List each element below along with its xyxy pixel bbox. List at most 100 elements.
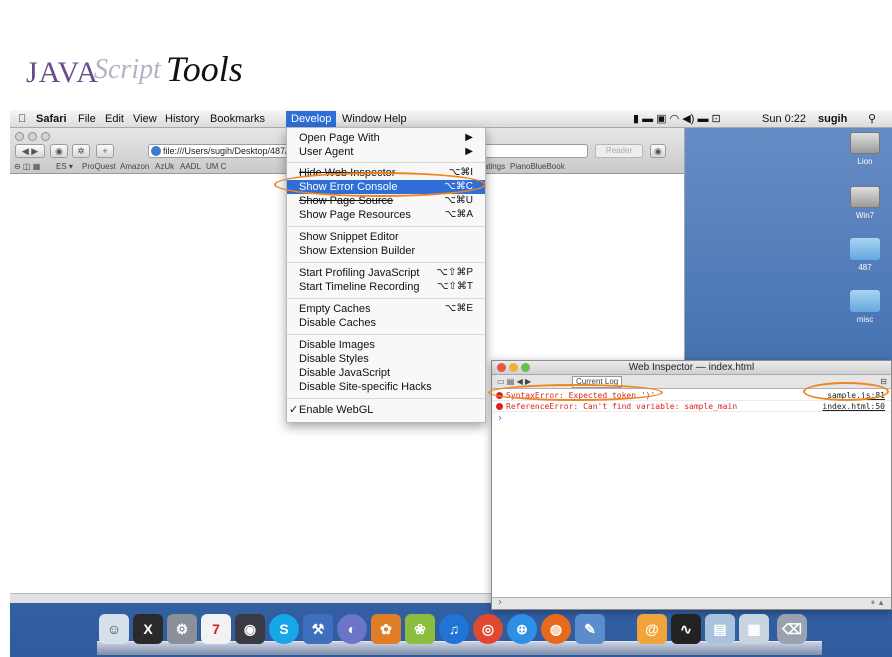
- menu-item-hide-web-inspector[interactable]: Hide Web Inspector ⌥⌘I: [287, 166, 485, 180]
- menu-file[interactable]: File: [78, 112, 96, 126]
- menu-bookmarks[interactable]: Bookmarks: [210, 112, 265, 126]
- log-scope-select[interactable]: Current Log: [572, 376, 623, 388]
- menu-safari[interactable]: Safari: [36, 112, 67, 126]
- menu-item-show-page-source[interactable]: Show Page Source ⌥⌘U: [287, 194, 485, 208]
- bookmark-umc[interactable]: UM C: [206, 160, 226, 174]
- menubar-user[interactable]: sugih: [818, 112, 847, 126]
- add-bookmark-button[interactable]: +: [96, 144, 114, 158]
- bookmark-azuk[interactable]: AzUk: [155, 160, 174, 174]
- skype-icon[interactable]: S: [269, 614, 299, 644]
- inspector-minimize-button[interactable]: [509, 363, 518, 372]
- clear-log-icon[interactable]: ⊟: [880, 375, 887, 389]
- menu-item-label: Disable Caches: [299, 317, 377, 329]
- bookmark-pianobluebook[interactable]: PianoBlueBook: [510, 160, 565, 174]
- menu-edit[interactable]: Edit: [105, 112, 124, 126]
- firefox-icon[interactable]: ◍: [541, 614, 571, 644]
- menu-item-disable-javascript[interactable]: Disable JavaScript: [287, 366, 485, 380]
- back-forward-button[interactable]: ◀ ▶: [15, 144, 45, 158]
- menu-item-disable-caches[interactable]: Disable Caches: [287, 316, 485, 330]
- bookmark-amazon[interactable]: Amazon: [120, 160, 149, 174]
- stop-reload-icon[interactable]: ◉: [650, 144, 666, 158]
- bookmark-es[interactable]: ES ▾: [56, 160, 73, 174]
- preview-icon[interactable]: ✎: [575, 614, 605, 644]
- topsites-icon[interactable]: ◉: [50, 144, 68, 158]
- safari-icon[interactable]: ⊕: [507, 614, 537, 644]
- downloads-stack-icon[interactable]: ▦: [739, 614, 769, 644]
- menu-item-label: Show Error Console: [299, 181, 398, 193]
- menu-item-start-profiling[interactable]: Start Profiling JavaScript ⌥⇧⌘P: [287, 266, 485, 280]
- close-button[interactable]: [15, 132, 24, 141]
- reading-list-icon[interactable]: ⊖ ◫ ▦: [14, 160, 40, 174]
- minimize-button[interactable]: [28, 132, 37, 141]
- menu-separator: [287, 262, 485, 263]
- menu-item-show-snippet-editor[interactable]: Show Snippet Editor: [287, 230, 485, 244]
- menu-item-disable-images[interactable]: Disable Images: [287, 338, 485, 352]
- menu-item-label: Disable Styles: [299, 353, 369, 365]
- menu-item-label: Disable Images: [299, 339, 375, 351]
- desktop-icon-win7[interactable]: Win7: [840, 186, 890, 220]
- inspector-toolbar: ▭ ▤ ◀ ▶ Current Log ⊟: [492, 375, 891, 389]
- pause-icon[interactable]: ⏸ ▲: [871, 598, 885, 608]
- contacts-icon[interactable]: @: [637, 614, 667, 644]
- log-row[interactable]: ReferenceError: Can't find variable: sam…: [492, 401, 891, 412]
- menu-item-show-error-console[interactable]: Show Error Console ⌥⌘C: [287, 180, 485, 194]
- menu-item-start-timeline[interactable]: Start Timeline Recording ⌥⇧⌘T: [287, 280, 485, 294]
- bookmark-aadl[interactable]: AADL: [180, 160, 201, 174]
- log-source-link[interactable]: index.html:50: [822, 401, 885, 412]
- apple-icon[interactable]: : [18, 112, 26, 126]
- web-inspector-window: Web Inspector — index.html ▭ ▤ ◀ ▶ Curre…: [491, 360, 892, 610]
- activity-monitor-icon[interactable]: ∿: [671, 614, 701, 644]
- reader-button[interactable]: Reader: [595, 144, 643, 158]
- menu-item-show-extension-builder[interactable]: Show Extension Builder: [287, 244, 485, 258]
- menu-history[interactable]: History: [165, 112, 199, 126]
- menu-item-label: Disable JavaScript: [299, 367, 391, 379]
- system-preferences-icon[interactable]: ⚙: [167, 614, 197, 644]
- menu-item-open-page-with[interactable]: Open Page With ▶: [287, 131, 485, 145]
- menu-help[interactable]: Help: [384, 112, 407, 126]
- desktop-icon-label: Lion: [857, 157, 873, 166]
- menu-item-user-agent[interactable]: User Agent ▶: [287, 145, 485, 159]
- submenu-arrow-icon: ▶: [465, 146, 473, 157]
- history-icon[interactable]: ✲: [72, 144, 90, 158]
- xcode-icon[interactable]: ⚒: [303, 614, 333, 644]
- app-icon[interactable]: ❀: [405, 614, 435, 644]
- menu-item-enable-webgl[interactable]: ✓ Enable WebGL: [287, 403, 485, 417]
- menu-window[interactable]: Window: [342, 112, 381, 126]
- menu-item-disable-site-hacks[interactable]: Disable Site-specific Hacks: [287, 380, 485, 394]
- console-prompt[interactable]: ›: [497, 413, 503, 424]
- dvd-player-icon[interactable]: ◉: [235, 614, 265, 644]
- chrome-icon[interactable]: ◎: [473, 614, 503, 644]
- menu-item-label: Enable WebGL: [299, 404, 374, 416]
- finder-icon[interactable]: ☺: [99, 614, 129, 644]
- eclipse-icon[interactable]: ◐: [337, 614, 367, 644]
- inspector-zoom-button[interactable]: [521, 363, 530, 372]
- mac-desktop:  Safari File Edit View History Bookmark…: [10, 110, 892, 657]
- spotlight-icon[interactable]: ⚲: [868, 112, 876, 126]
- menu-item-disable-styles[interactable]: Disable Styles: [287, 352, 485, 366]
- menubar-clock[interactable]: Sun 0:22: [762, 112, 806, 126]
- desktop-icon-misc[interactable]: misc: [840, 290, 890, 324]
- dock-toggle-icon[interactable]: ▭ ▤ ◀ ▶: [497, 375, 531, 389]
- itunes-icon[interactable]: ♫: [439, 614, 469, 644]
- trash-icon[interactable]: ⌫: [777, 614, 807, 644]
- checkmark-icon: ✓: [289, 404, 299, 416]
- log-source-link[interactable]: sample.js:81: [827, 390, 885, 401]
- menu-view[interactable]: View: [133, 112, 157, 126]
- console-prompt-bottom[interactable]: ›: [497, 597, 503, 608]
- desktop-icon-lion[interactable]: Lion: [840, 132, 890, 166]
- log-row[interactable]: SyntaxError: Expected token ')' sample.j…: [492, 390, 891, 401]
- documents-stack-icon[interactable]: ▤: [705, 614, 735, 644]
- log-message: ReferenceError: Can't find variable: sam…: [506, 402, 738, 411]
- status-icons[interactable]: ▮ ▬ ▣ ◠ ◀) ▬ ⊡: [633, 112, 721, 126]
- bookmark-proquest[interactable]: ProQuest: [82, 160, 116, 174]
- menu-item-empty-caches[interactable]: Empty Caches ⌥⌘E: [287, 302, 485, 316]
- desktop-icon-487[interactable]: 487: [840, 238, 890, 272]
- logo-tools-text: Tools: [166, 49, 243, 89]
- app-icon[interactable]: ✿: [371, 614, 401, 644]
- calendar-icon[interactable]: 7: [201, 614, 231, 644]
- x11-icon[interactable]: X: [133, 614, 163, 644]
- zoom-button[interactable]: [41, 132, 50, 141]
- menu-develop[interactable]: Develop: [286, 111, 337, 127]
- menu-item-show-page-resources[interactable]: Show Page Resources ⌥⌘A: [287, 208, 485, 222]
- inspector-close-button[interactable]: [497, 363, 506, 372]
